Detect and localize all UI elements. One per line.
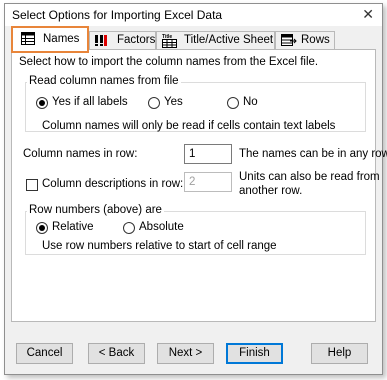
column-names-row-hint: The names can be in any row. (239, 148, 387, 160)
read-names-legend: Read column names from file (27, 75, 181, 87)
intro-text: Select how to import the column names fr… (19, 56, 319, 68)
radio-absolute[interactable] (123, 222, 135, 234)
names-tab-panel: Select how to import the column names fr… (11, 49, 387, 322)
radio-no[interactable] (227, 97, 239, 109)
radio-relative[interactable] (36, 222, 48, 234)
tab-rows[interactable]: Rows (275, 31, 335, 49)
column-names-row-input[interactable] (184, 144, 232, 164)
radio-yes-if-all-labels-label: Yes if all labels (52, 96, 128, 108)
tab-rows-label: Rows (301, 34, 330, 46)
radio-no-label: No (243, 96, 258, 108)
row-numbers-legend: Row numbers (above) are (27, 204, 164, 216)
radio-relative-label: Relative (52, 221, 94, 233)
radio-yes-if-all-labels[interactable] (36, 97, 48, 109)
help-button[interactable]: Help (311, 343, 368, 364)
table-icon (21, 32, 35, 45)
finish-button[interactable]: Finish (226, 343, 283, 364)
row-numbers-note: Use row numbers relative to start of cel… (42, 240, 277, 252)
column-descriptions-hint-1: Units can also be read from (239, 171, 380, 183)
column-descriptions-row-input[interactable] (184, 172, 232, 192)
radio-absolute-label: Absolute (139, 221, 184, 233)
tab-title-active-sheet[interactable]: Title Title/Active Sheet (156, 31, 275, 49)
column-descriptions-label: Column descriptions in row: (42, 178, 184, 190)
column-names-row-label: Column names in row: (23, 148, 138, 160)
cancel-button[interactable]: Cancel (16, 343, 73, 364)
radio-yes[interactable] (148, 97, 160, 109)
rows-icon (281, 34, 297, 46)
tab-factors-label: Factors (117, 34, 156, 46)
tab-factors[interactable]: Factors (89, 31, 156, 49)
column-descriptions-checkbox[interactable] (26, 179, 38, 191)
title-sheet-icon: Title (162, 34, 177, 48)
tab-names-label: Names (43, 33, 80, 45)
title-bar: Select Options for Importing Excel Data … (5, 4, 382, 26)
tab-names[interactable]: Names (11, 26, 89, 53)
column-descriptions-hint-2: another row. (239, 185, 303, 197)
next-button[interactable]: Next > (157, 343, 214, 364)
tab-title-label: Title/Active Sheet (184, 34, 274, 46)
back-button[interactable]: < Back (88, 343, 145, 364)
import-excel-dialog: Select Options for Importing Excel Data … (4, 3, 387, 375)
read-names-note: Column names will only be read if cells … (42, 120, 336, 132)
close-icon[interactable]: ✕ (362, 6, 374, 23)
window-title: Select Options for Importing Excel Data (12, 8, 223, 22)
factor-icon (95, 35, 107, 46)
radio-yes-label: Yes (164, 96, 183, 108)
